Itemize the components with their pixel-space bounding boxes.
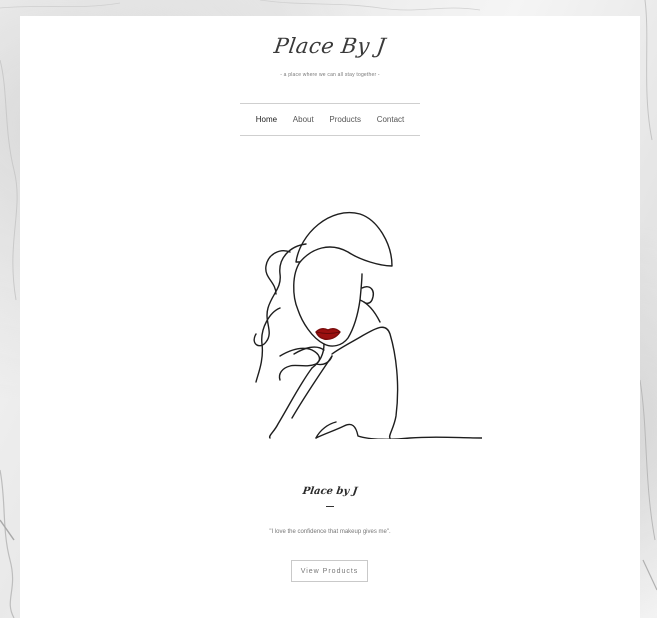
site-logo[interactable]: Place By J [18,34,641,58]
hero-line-art-illustration [253,211,482,439]
quote-text: "I love the confidence that makeup gives… [269,529,391,535]
content-card: Place By J - a place where we can all st… [20,16,640,618]
divider [326,506,334,507]
view-products-button[interactable]: View Products [291,560,368,582]
nav-about[interactable]: About [293,115,314,124]
main-nav: Home About Products Contact [240,103,420,136]
section-brand-mark: Place by J [301,486,359,497]
nav-contact[interactable]: Contact [377,115,405,124]
nav-home[interactable]: Home [256,115,277,124]
site-tagline: - a place where we can all stay together… [280,72,380,78]
nav-products[interactable]: Products [329,115,361,124]
